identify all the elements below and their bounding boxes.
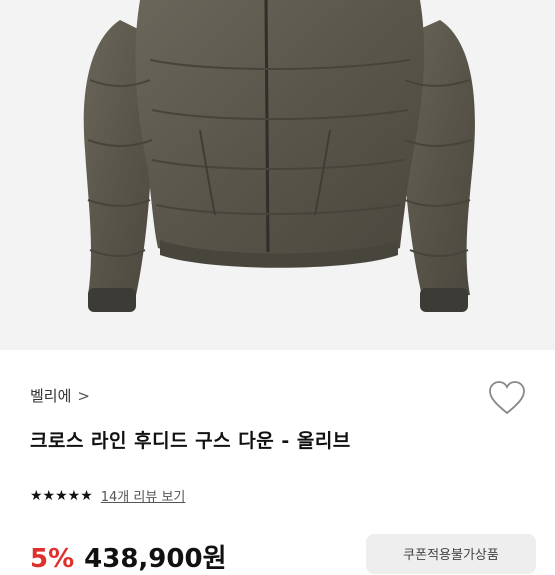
rating-row: ★★★★★ 14개 리뷰 보기 — [30, 486, 186, 506]
product-title: 크로스 라인 후디드 구스 다운 - 올리브 — [30, 430, 351, 452]
discount-rate: 5% — [30, 544, 75, 574]
product-image[interactable] — [0, 0, 555, 350]
puffer-jacket-illustration — [83, 0, 475, 312]
product-price: 438,900원 — [84, 544, 227, 574]
review-link[interactable]: 14개 리뷰 보기 — [101, 486, 186, 505]
coupon-badge: 쿠폰적용불가상품 — [366, 534, 536, 574]
heart-outline-icon[interactable] — [488, 380, 526, 416]
chevron-right-icon: > — [77, 386, 90, 405]
brand-name[interactable]: 벨리에 — [30, 385, 71, 406]
star-rating: ★★★★★ — [30, 487, 93, 504]
brand-link[interactable]: 벨리에 > — [30, 385, 90, 406]
price-row: 5% 438,900원 — [30, 538, 227, 575]
